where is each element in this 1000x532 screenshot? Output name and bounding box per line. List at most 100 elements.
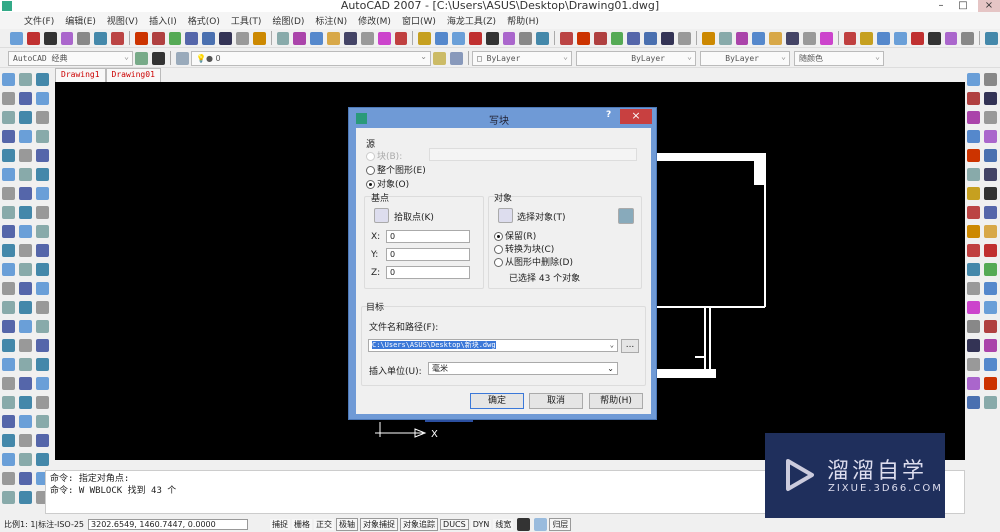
toolbar-tool-icon[interactable] xyxy=(701,31,715,45)
toolbar-tool-icon[interactable] xyxy=(276,31,290,45)
layer-previous-icon[interactable] xyxy=(450,51,463,65)
block-select[interactable] xyxy=(429,148,637,161)
pick-point-button[interactable]: 拾取点(K) xyxy=(394,210,434,223)
toolbar-tool-icon[interactable] xyxy=(2,149,15,162)
toolbar-tool-icon[interactable] xyxy=(19,434,32,447)
toolbar-tool-icon[interactable] xyxy=(134,31,148,45)
tab-drawing01[interactable]: Drawing01 xyxy=(105,68,161,82)
toolbar-tool-icon[interactable] xyxy=(678,31,691,45)
menu-file[interactable]: 文件(F) xyxy=(24,14,54,27)
units-select[interactable]: 毫米 ⌄ xyxy=(428,362,618,375)
browse-button[interactable]: ... xyxy=(621,339,639,353)
toolbar-tool-icon[interactable] xyxy=(984,111,997,124)
ortho-toggle[interactable]: 正交 xyxy=(314,519,335,530)
delete-from-drawing-radio[interactable]: 从图形中删除(D) xyxy=(494,255,573,268)
snap-toggle[interactable]: 捕捉 xyxy=(270,519,291,530)
polar-toggle[interactable]: 极轴 xyxy=(336,518,359,531)
toolbar-tool-icon[interactable] xyxy=(769,31,783,45)
toolbar-tool-icon[interactable] xyxy=(36,168,49,181)
toolbar-tool-icon[interactable] xyxy=(2,377,15,390)
toolbar-tool-icon[interactable] xyxy=(2,472,15,485)
toolbar-tool-icon[interactable] xyxy=(967,225,980,238)
toolbar-tool-icon[interactable] xyxy=(219,31,232,45)
toolbar-tool-icon[interactable] xyxy=(36,453,49,466)
toolbar-tool-icon[interactable] xyxy=(185,31,199,45)
toolbar-tool-icon[interactable] xyxy=(967,111,980,124)
toolbar-tool-icon[interactable] xyxy=(36,111,49,124)
toolbar-tool-icon[interactable] xyxy=(661,31,674,45)
toolbar-tool-icon[interactable] xyxy=(984,149,997,162)
toolbar-tool-icon[interactable] xyxy=(26,31,40,45)
toolbar-tool-icon[interactable] xyxy=(252,31,266,45)
toolbar-tool-icon[interactable] xyxy=(36,92,49,105)
toolbar-tool-icon[interactable] xyxy=(2,111,15,124)
toolbar-tool-icon[interactable] xyxy=(984,339,997,352)
toolbar-tool-icon[interactable] xyxy=(10,31,23,45)
menu-modify[interactable]: 修改(M) xyxy=(358,14,391,27)
toolbar-tool-icon[interactable] xyxy=(19,358,32,371)
color-select[interactable]: □ ByLayer xyxy=(472,50,572,66)
dialog-close-button[interactable]: × xyxy=(620,109,652,124)
dyn-toggle[interactable]: DYN xyxy=(470,520,492,529)
toolbar-tool-icon[interactable] xyxy=(485,31,499,45)
toolbar-tool-icon[interactable] xyxy=(984,320,997,333)
menu-view[interactable]: 视图(V) xyxy=(107,14,138,27)
toolbar-tool-icon[interactable] xyxy=(19,130,32,143)
toolbar-tool-icon[interactable] xyxy=(967,396,980,409)
toolbar-tool-icon[interactable] xyxy=(36,244,49,257)
select-objects-icon[interactable] xyxy=(498,208,513,223)
toolbar-tool-icon[interactable] xyxy=(36,187,49,200)
menu-help[interactable]: 帮助(H) xyxy=(507,14,539,27)
toolbar-tool-icon[interactable] xyxy=(984,282,997,295)
whole-drawing-radio[interactable]: 整个图形(E) xyxy=(366,163,426,176)
toolbar-tool-icon[interactable] xyxy=(593,31,607,45)
toolbar-tool-icon[interactable] xyxy=(560,31,573,45)
toolbar-tool-icon[interactable] xyxy=(36,320,49,333)
toolbar-tool-icon[interactable] xyxy=(2,263,15,276)
toolbar-tool-icon[interactable] xyxy=(19,491,32,504)
toolbar-tool-icon[interactable] xyxy=(2,73,15,86)
pick-point-icon[interactable] xyxy=(374,208,389,223)
toolbar-tool-icon[interactable] xyxy=(60,31,74,45)
toolbar-tool-icon[interactable] xyxy=(36,149,49,162)
toolbar-tool-icon[interactable] xyxy=(36,130,49,143)
menu-tools[interactable]: 工具(T) xyxy=(231,14,262,27)
toolbar-tool-icon[interactable] xyxy=(36,206,49,219)
toolbar-tool-icon[interactable] xyxy=(2,168,15,181)
toolbar-tool-icon[interactable] xyxy=(843,31,857,45)
toolbar-tool-icon[interactable] xyxy=(894,31,907,45)
toolbar-tool-icon[interactable] xyxy=(2,282,15,295)
workspace-select[interactable]: AutoCAD 经典 xyxy=(8,50,133,66)
toolbar-tool-icon[interactable] xyxy=(967,339,980,352)
linetype-select[interactable]: ByLayer xyxy=(576,50,696,66)
toolbar-tool-icon[interactable] xyxy=(19,396,32,409)
select-objects-button[interactable]: 选择对象(T) xyxy=(517,210,566,223)
toolbar-tool-icon[interactable] xyxy=(984,187,997,200)
toolbar-tool-icon[interactable] xyxy=(967,263,980,276)
layer-manager-icon[interactable] xyxy=(176,51,189,65)
model-icon[interactable] xyxy=(517,518,531,531)
toolbar-tool-icon[interactable] xyxy=(502,31,516,45)
toolbar-tool-icon[interactable] xyxy=(967,206,980,219)
toolbar-tool-icon[interactable] xyxy=(418,31,432,45)
retain-radio[interactable]: 保留(R) xyxy=(494,229,536,242)
toolbar-tool-icon[interactable] xyxy=(984,396,997,409)
toolbar-tool-icon[interactable] xyxy=(2,244,15,257)
toolbar-tool-icon[interactable] xyxy=(718,31,732,45)
ducs-toggle[interactable]: DUCS xyxy=(440,519,469,530)
toolbar-tool-icon[interactable] xyxy=(36,225,49,238)
toolbar-tool-icon[interactable] xyxy=(94,31,108,45)
toolbar-tool-icon[interactable] xyxy=(36,301,49,314)
menu-draw[interactable]: 绘图(D) xyxy=(272,14,304,27)
toolbar-tool-icon[interactable] xyxy=(36,73,49,86)
lineweight-toggle[interactable]: 线宽 xyxy=(493,519,514,530)
toolbar-tool-icon[interactable] xyxy=(19,168,32,181)
toolbar-tool-icon[interactable] xyxy=(19,320,32,333)
help-button[interactable]: 帮助(H) xyxy=(589,393,643,409)
toolbar-tool-icon[interactable] xyxy=(36,339,49,352)
toolbar-tool-icon[interactable] xyxy=(910,31,924,45)
toolbar-tool-icon[interactable] xyxy=(293,31,307,45)
toolbar-tool-icon[interactable] xyxy=(36,263,49,276)
toolbar-tool-icon[interactable] xyxy=(967,149,980,162)
menu-format[interactable]: 格式(O) xyxy=(188,14,220,27)
